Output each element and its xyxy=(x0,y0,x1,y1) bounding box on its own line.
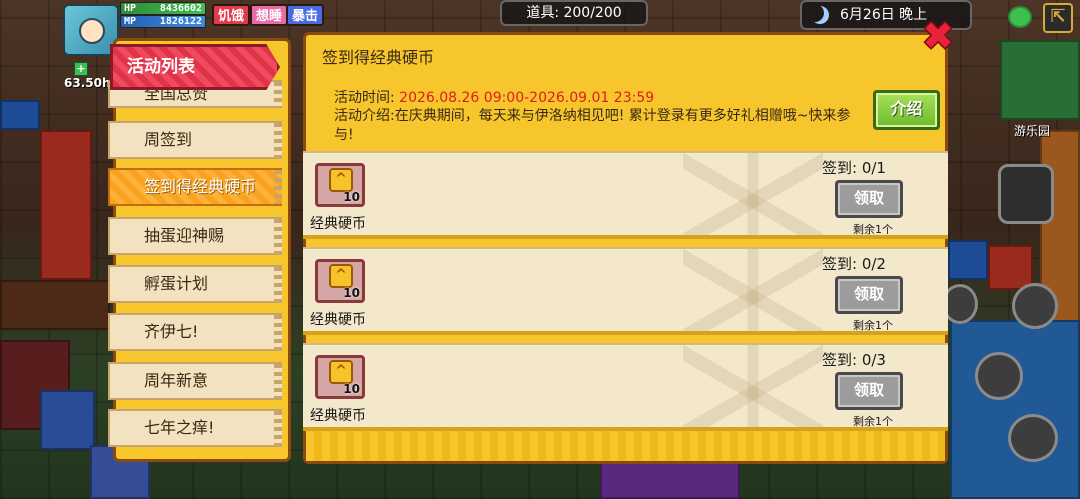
status-hungry-button[interactable]: 饥饿 xyxy=(212,4,251,26)
reward-quantity: 10 xyxy=(343,190,360,204)
mp-label: MP xyxy=(124,16,137,27)
intro-button[interactable]: 介绍 xyxy=(873,90,940,130)
activity-item-hatch-plan[interactable]: 孵蛋计划 xyxy=(108,265,282,303)
items-counter[interactable]: 道具: 200/200 xyxy=(500,0,648,26)
classic-coin-icon: ^ xyxy=(329,168,353,192)
star-decoration xyxy=(683,153,823,235)
close-icon[interactable]: ✖ xyxy=(919,17,957,56)
exit-icon[interactable]: ⇱ xyxy=(1043,3,1073,33)
moon-icon xyxy=(811,6,829,24)
activity-item-egg-draw[interactable]: 抽蛋迎神赐 xyxy=(108,217,282,255)
reward-row: ^ 10 经典硬币 签到: 0/2 领取 剩余1个 xyxy=(303,247,948,335)
plus-icon[interactable]: + xyxy=(74,62,88,76)
signin-progress: 签到: 0/2 xyxy=(822,255,886,273)
status-sleepy-button[interactable]: 想睡 xyxy=(250,4,289,26)
reward-row: ^ 10 经典硬币 签到: 0/3 领取 剩余1个 xyxy=(303,343,948,431)
activity-item-seven-year[interactable]: 七年之痒! xyxy=(108,409,282,447)
map-route-button[interactable] xyxy=(998,164,1054,224)
activity-time-row: 活动时间: 2026.08.26 09:00-2026.09.01 23:59 xyxy=(334,87,654,107)
classic-coin-icon: ^ xyxy=(329,360,353,384)
reward-quantity: 10 xyxy=(343,382,360,396)
activity-time-label: 活动时间: xyxy=(334,90,395,106)
signin-progress: 签到: 0/1 xyxy=(822,159,886,177)
star-decoration xyxy=(683,345,823,427)
date-label: 6月26日 晚上 xyxy=(840,7,928,23)
activity-desc-label: 活动介绍: xyxy=(334,108,395,124)
activity-desc-value: 在庆典期间，每天来与伊洛纳相见吧! 累计登录有更多好礼相赠哦~快来参与! xyxy=(334,108,851,143)
activity-title: 签到得经典硬币 xyxy=(322,48,435,67)
reward-row: ^ 10 经典硬币 签到: 0/1 领取 剩余1个 xyxy=(303,151,948,239)
signin-progress: 签到: 0/3 xyxy=(822,351,886,369)
activity-item-weekly-signin[interactable]: 周签到 xyxy=(108,121,282,159)
search-icon[interactable] xyxy=(975,352,1023,400)
activity-description: 活动介绍:在庆典期间，每天来与伊洛纳相见吧! 累计登录有更多好礼相赠哦~快来参与… xyxy=(334,107,862,145)
reward-item-name: 经典硬币 xyxy=(310,216,366,232)
status-crit-button[interactable]: 暴击 xyxy=(286,4,325,26)
location-label: 游乐园 xyxy=(1014,124,1051,138)
claim-button[interactable]: 领取 xyxy=(835,180,903,218)
reward-item-slot[interactable]: ^ 10 xyxy=(315,163,365,207)
reward-item-slot[interactable]: ^ 10 xyxy=(315,355,365,399)
avatar-face xyxy=(79,18,105,44)
activity-item-signin-coins[interactable]: 签到得经典硬币 xyxy=(108,168,282,206)
claim-button[interactable]: 领取 xyxy=(835,276,903,314)
remaining-count: 剩余1个 xyxy=(853,319,893,332)
hp-bar: HP 8436602 xyxy=(120,2,206,15)
activity-time-value: 2026.08.26 09:00-2026.09.01 23:59 xyxy=(399,90,655,106)
remaining-count: 剩余1个 xyxy=(853,223,893,236)
remaining-count: 剩余1个 xyxy=(853,415,893,428)
classic-coin-icon: ^ xyxy=(329,264,353,288)
reward-item-slot[interactable]: ^ 10 xyxy=(315,259,365,303)
panel-bottom-decoration xyxy=(306,431,945,461)
claim-button[interactable]: 领取 xyxy=(835,372,903,410)
timer-label: 63.50h xyxy=(64,76,111,90)
reward-item-name: 经典硬币 xyxy=(310,408,366,424)
mp-value: 1826122 xyxy=(159,16,202,27)
activity-item-anniversary[interactable]: 周年新意 xyxy=(108,362,282,400)
reward-item-name: 经典硬币 xyxy=(310,312,366,328)
star-decoration xyxy=(683,249,823,331)
hp-label: HP xyxy=(124,3,137,14)
reward-quantity: 10 xyxy=(343,286,360,300)
mp-bar: MP 1826122 xyxy=(120,15,206,28)
book-icon[interactable] xyxy=(1008,414,1058,462)
activity-item-qiyiqi[interactable]: 齐伊七! xyxy=(108,313,282,351)
network-icon[interactable] xyxy=(1008,6,1032,28)
activity-list-title: 活动列表 xyxy=(110,44,280,90)
swap-icon[interactable] xyxy=(1012,283,1058,329)
hp-value: 8436602 xyxy=(159,3,202,14)
